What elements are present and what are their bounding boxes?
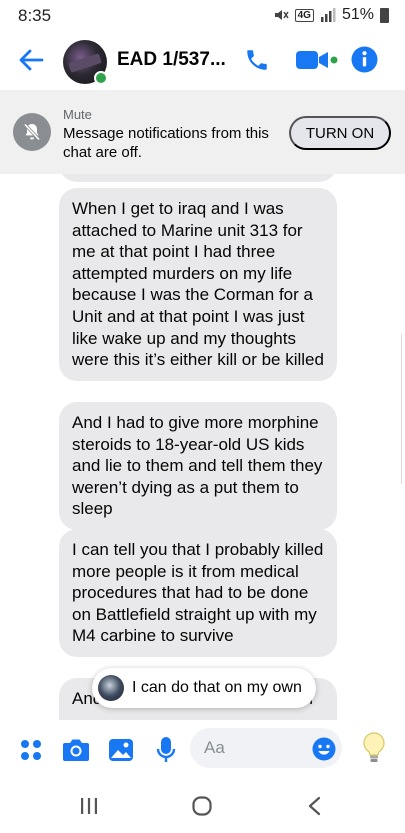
reply-avatar <box>98 675 124 701</box>
contact-avatar[interactable] <box>63 40 108 85</box>
message-list[interactable]: When I get to iraq and I was attached to… <box>0 174 405 720</box>
status-time: 8:35 <box>18 6 52 25</box>
turn-on-notifications-button[interactable]: TURN ON <box>289 116 391 150</box>
microphone-icon[interactable] <box>156 736 176 764</box>
mute-description: Message notifications from this chat are… <box>63 125 269 161</box>
message-bubble[interactable]: I can tell you that I probably killed mo… <box>59 529 337 657</box>
mute-status-icon <box>274 10 289 20</box>
chat-header: EAD 1/537... <box>0 32 405 88</box>
phone-icon[interactable] <box>244 47 270 73</box>
battery-icon <box>380 7 389 23</box>
more-options-icon[interactable] <box>20 739 42 761</box>
info-icon[interactable] <box>351 46 378 73</box>
home-icon[interactable] <box>192 796 212 816</box>
battery-percent: 51% <box>341 6 374 23</box>
back-nav-icon[interactable] <box>307 796 321 816</box>
previous-message-bubble <box>59 174 337 182</box>
contact-name[interactable]: EAD 1/537... <box>117 49 226 71</box>
muted-bell-icon <box>13 113 51 151</box>
composer <box>0 720 405 780</box>
signal-icon <box>320 8 336 22</box>
message-bubble[interactable]: And I had to give more morphine steroids… <box>59 402 337 530</box>
system-nav-bar <box>0 780 405 833</box>
mute-banner: Mute Message notifications from this cha… <box>0 90 405 174</box>
camera-icon[interactable] <box>62 738 90 762</box>
status-bar: 8:35 4G 51% <box>0 0 405 32</box>
lightbulb-icon[interactable] <box>361 731 387 765</box>
reply-suggestion-text: I can do that on my own <box>132 679 302 696</box>
back-arrow-icon[interactable] <box>18 48 44 72</box>
emoji-icon[interactable] <box>312 737 336 761</box>
gallery-icon[interactable] <box>108 738 134 762</box>
network-type: 4G <box>294 8 314 22</box>
message-bubble[interactable]: When I get to iraq and I was attached to… <box>59 188 337 381</box>
recents-icon[interactable] <box>80 797 98 815</box>
reply-suggestion[interactable]: I can do that on my own <box>92 668 316 708</box>
video-camera-icon[interactable] <box>296 49 338 71</box>
mute-title: Mute <box>63 107 92 122</box>
scroll-indicator[interactable] <box>401 334 405 484</box>
status-indicators: 4G 51% <box>273 6 389 24</box>
online-status-dot <box>94 71 108 85</box>
